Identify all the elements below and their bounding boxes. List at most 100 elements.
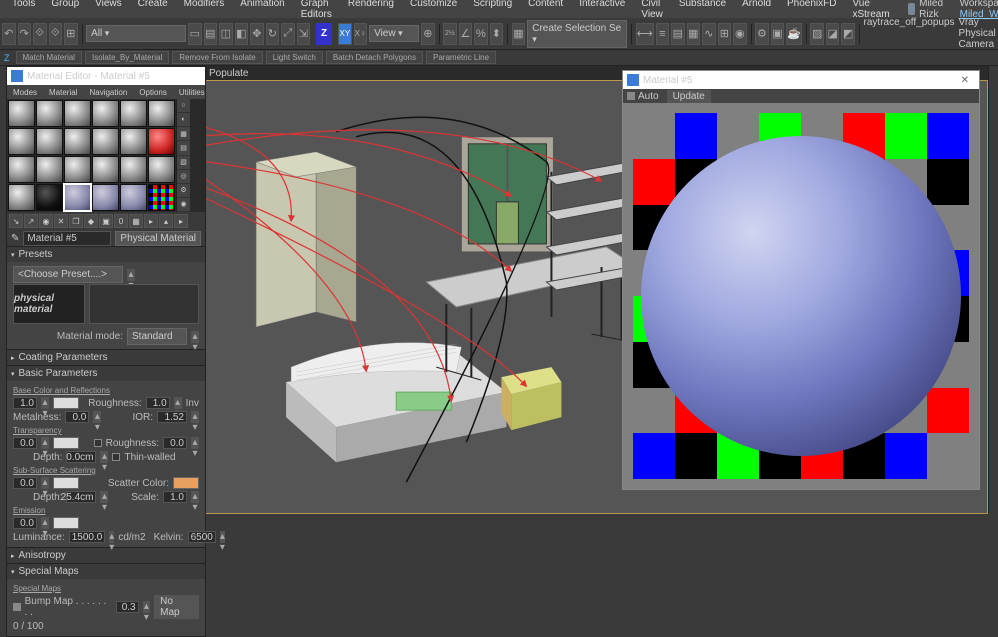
select-by-material-button[interactable]: ◉: [177, 198, 190, 212]
material-swatch[interactable]: [36, 128, 63, 155]
schematic-button[interactable]: ⊞: [718, 23, 732, 45]
named-sel-button[interactable]: ▦: [512, 23, 526, 45]
close-button[interactable]: ✕: [955, 75, 975, 86]
command-panel-collapsed[interactable]: [988, 66, 998, 514]
reset-map-button[interactable]: ✕: [54, 214, 68, 228]
emission-swatch[interactable]: [53, 517, 79, 529]
kelvin-input[interactable]: 6500: [188, 531, 216, 543]
menu-views[interactable]: Views: [87, 0, 130, 22]
cmd-remove-from-isolate[interactable]: Remove From Isolate: [172, 51, 262, 64]
sss-depth-input[interactable]: 25.4cm: [66, 491, 96, 503]
material-swatch[interactable]: [8, 184, 35, 211]
material-swatch[interactable]: [120, 100, 147, 127]
named-selection-dropdown[interactable]: Create Selection Se ▾: [527, 20, 627, 48]
show-in-viewport-button[interactable]: ▦: [129, 214, 143, 228]
move-button[interactable]: ✥: [250, 23, 264, 45]
window-crossing-button[interactable]: ◧: [235, 23, 249, 45]
transparency-roughness-input[interactable]: 0.0: [163, 437, 187, 449]
scale-button[interactable]: ⤢: [281, 23, 295, 45]
background-button[interactable]: ▦: [177, 127, 190, 141]
basecolor-weight-input[interactable]: 1.0: [13, 397, 37, 409]
link-button[interactable]: ⟐: [33, 23, 47, 45]
put-to-library-button[interactable]: ▣: [99, 214, 113, 228]
auto-checkbox[interactable]: Auto: [627, 91, 659, 102]
toolbar-raytrace-off-popups[interactable]: raytrace_off_popups: [864, 17, 955, 50]
transparency-weight-input[interactable]: 0.0: [13, 437, 37, 449]
cmd-match-material[interactable]: Match Material: [16, 51, 82, 64]
update-button[interactable]: Update: [667, 90, 711, 103]
show-end-result-button[interactable]: ▸: [144, 214, 158, 228]
special-maps-section-header[interactable]: Special Maps: [7, 564, 205, 579]
coating-section-header[interactable]: Coating Parameters: [7, 350, 205, 365]
bump-enable-checkbox[interactable]: [13, 603, 21, 611]
cmd-isolate-by-material[interactable]: Isolate_By_Material: [85, 51, 169, 64]
emission-weight-input[interactable]: 0.0: [13, 517, 37, 529]
material-swatch[interactable]: [148, 100, 175, 127]
material-swatch[interactable]: [120, 128, 147, 155]
xyz-button[interactable]: X♀: [354, 23, 368, 45]
material-mode-spinner[interactable]: ▴▾: [191, 331, 199, 343]
select-name-button[interactable]: ▤: [204, 23, 218, 45]
menu-arnold[interactable]: Arnold: [734, 0, 779, 22]
material-editor-titlebar[interactable]: Material Editor - Material #5: [7, 67, 205, 85]
menu-civil-view[interactable]: Civil View: [633, 0, 671, 22]
place-button[interactable]: ⇲: [297, 23, 311, 45]
mat-menu-utilities[interactable]: Utilities: [175, 88, 209, 97]
redo-button[interactable]: ↷: [18, 23, 32, 45]
metalness-input[interactable]: 0.0: [65, 411, 89, 423]
menu-phoenixfd[interactable]: PhoenixFD: [779, 0, 844, 22]
bind-button[interactable]: ⊞: [64, 23, 78, 45]
material-swatch[interactable]: [92, 156, 119, 183]
material-swatch[interactable]: [92, 184, 119, 211]
bump-map-button[interactable]: No Map: [154, 595, 199, 619]
material-swatch-selected[interactable]: [64, 184, 91, 211]
roughness-input[interactable]: 1.0: [146, 397, 170, 409]
mirror-button[interactable]: ⟷: [636, 23, 654, 45]
render-setup-button[interactable]: ⚙: [755, 23, 769, 45]
go-parent-button[interactable]: ▴: [159, 214, 173, 228]
tool-c-button[interactable]: ◩: [841, 23, 855, 45]
menu-graph-editors[interactable]: Graph Editors: [293, 0, 340, 22]
xy-button[interactable]: XY: [338, 23, 352, 45]
presets-section-header[interactable]: Presets: [7, 247, 205, 262]
material-id-button[interactable]: 0: [114, 214, 128, 228]
transparency-swatch[interactable]: [53, 437, 79, 449]
material-swatch[interactable]: [92, 100, 119, 127]
sample-uv-button[interactable]: ▤: [177, 141, 190, 155]
material-swatch[interactable]: [64, 128, 91, 155]
material-editor-button[interactable]: ◉: [733, 23, 747, 45]
luminance-input[interactable]: 1500.0: [69, 531, 106, 543]
select-button[interactable]: ▭: [188, 23, 202, 45]
lock-roughness-checkbox[interactable]: [94, 439, 102, 447]
material-swatch[interactable]: [148, 128, 175, 155]
sss-scale-input[interactable]: 1.0: [163, 491, 187, 503]
ribbon-button[interactable]: ▦: [687, 23, 701, 45]
mat-menu-modes[interactable]: Modes: [9, 88, 41, 97]
pivot-button[interactable]: ⊕: [421, 23, 435, 45]
menu-customize[interactable]: Customize: [402, 0, 465, 22]
material-swatch[interactable]: [92, 128, 119, 155]
menu-create[interactable]: Create: [130, 0, 176, 22]
menu-rendering[interactable]: Rendering: [340, 0, 402, 22]
material-swatch[interactable]: [8, 156, 35, 183]
material-swatch[interactable]: [148, 184, 175, 211]
rotate-button[interactable]: ↻: [266, 23, 280, 45]
preset-dropdown[interactable]: <Choose Preset....>: [13, 266, 123, 283]
selection-filter-dropdown[interactable]: All ▾: [86, 25, 186, 42]
preview-button[interactable]: ◎: [177, 170, 190, 184]
make-unique-button[interactable]: ◆: [84, 214, 98, 228]
get-material-button[interactable]: ↘: [9, 214, 23, 228]
render-frame-button[interactable]: ▣: [771, 23, 785, 45]
video-check-button[interactable]: ▧: [177, 156, 190, 170]
material-swatch[interactable]: [148, 156, 175, 183]
select-region-button[interactable]: ◫: [219, 23, 233, 45]
backlight-button[interactable]: ◐: [177, 113, 190, 127]
options-button[interactable]: ⚙: [177, 184, 190, 198]
material-swatch[interactable]: [120, 184, 147, 211]
mat-menu-options[interactable]: Options: [135, 88, 171, 97]
preset-spinner[interactable]: ▴▾: [127, 269, 135, 281]
thin-walled-checkbox[interactable]: [112, 453, 120, 461]
curve-editor-button[interactable]: ∿: [702, 23, 716, 45]
menu-tools[interactable]: Tools: [4, 0, 43, 22]
tool-b-button[interactable]: ◪: [826, 23, 840, 45]
